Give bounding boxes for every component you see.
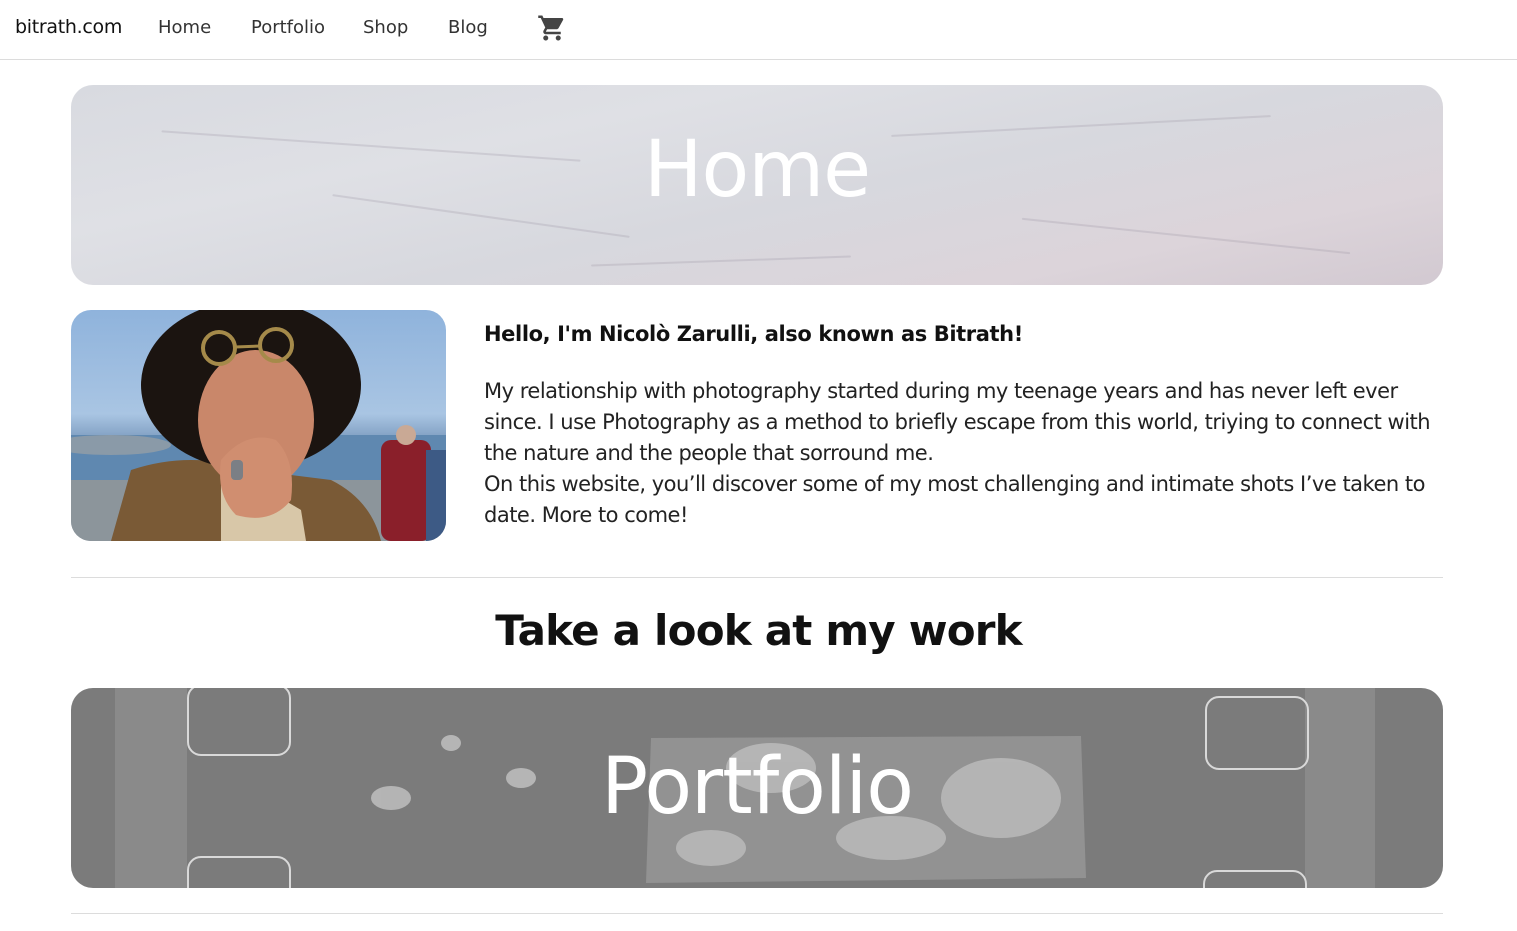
nav-link-shop[interactable]: Shop — [363, 17, 408, 38]
brand-logo-link[interactable]: bitrath.com — [15, 16, 122, 38]
about-section: Hello, I'm Nicolò Zarulli, also known as… — [484, 322, 1444, 531]
about-intro: Hello, I'm Nicolò Zarulli, also known as… — [484, 322, 1023, 346]
nav-link-home[interactable]: Home — [158, 17, 211, 38]
home-hero-banner: Home — [71, 85, 1443, 285]
hero-title: Home — [643, 125, 871, 215]
nav-link-blog[interactable]: Blog — [448, 17, 488, 38]
nav-link-portfolio[interactable]: Portfolio — [251, 17, 325, 38]
work-section-title: Take a look at my work — [495, 606, 1022, 655]
shopping-cart-icon[interactable] — [537, 13, 567, 43]
portfolio-title: Portfolio — [601, 742, 914, 832]
profile-photo — [71, 310, 446, 541]
portfolio-banner-link[interactable]: Portfolio — [71, 688, 1443, 888]
about-paragraph-2: On this website, you’ll discover some of… — [484, 472, 1425, 527]
about-paragraph-1: My relationship with photography started… — [484, 379, 1431, 465]
divider — [71, 577, 1443, 578]
divider — [71, 913, 1443, 914]
navbar: bitrath.com Home Portfolio Shop Blog — [0, 0, 1517, 60]
